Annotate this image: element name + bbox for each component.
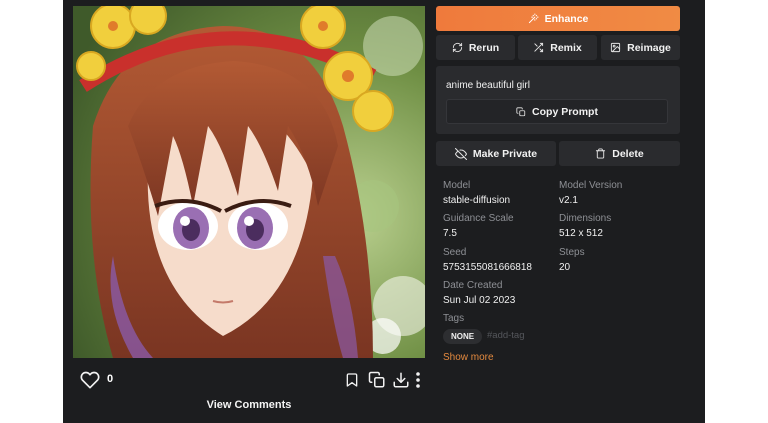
download-button[interactable] bbox=[391, 370, 411, 390]
add-tag-input[interactable]: #add-tag bbox=[487, 330, 525, 341]
model-value: stable-diffusion bbox=[443, 195, 511, 206]
make-private-button[interactable]: Make Private bbox=[436, 141, 556, 166]
more-options-button[interactable] bbox=[413, 370, 423, 390]
enhance-button[interactable]: Enhance bbox=[436, 6, 680, 31]
dimensions-value: 512 x 512 bbox=[559, 228, 603, 239]
prompt-text: anime beautiful girl bbox=[446, 80, 530, 91]
trash-icon bbox=[596, 148, 606, 159]
seed-label: Seed bbox=[443, 247, 467, 258]
seed-value: 5753155081666818 bbox=[443, 262, 532, 273]
like-button[interactable] bbox=[79, 369, 101, 391]
steps-value: 20 bbox=[559, 262, 571, 273]
dimensions-label: Dimensions bbox=[559, 213, 612, 224]
delete-label: Delete bbox=[612, 147, 644, 160]
remix-button[interactable]: Remix bbox=[518, 35, 597, 60]
image-detail-panel: 0 View Comments Enhance Rerun Remix Reim… bbox=[63, 0, 705, 423]
enhance-label: Enhance bbox=[544, 12, 589, 25]
prompt-card: anime beautiful girl Copy Prompt bbox=[436, 66, 680, 134]
date-created-value: Sun Jul 02 2023 bbox=[443, 295, 516, 306]
view-comments-link[interactable]: View Comments bbox=[73, 399, 425, 411]
refresh-icon bbox=[452, 42, 462, 53]
model-version-label: Model Version bbox=[559, 180, 623, 191]
guidance-scale-label: Guidance Scale bbox=[443, 213, 514, 224]
anime-girl-illustration bbox=[73, 6, 425, 358]
more-vertical-icon bbox=[416, 372, 420, 388]
reimage-button[interactable]: Reimage bbox=[601, 35, 680, 60]
generated-image[interactable] bbox=[73, 6, 425, 358]
delete-button[interactable]: Delete bbox=[559, 141, 680, 166]
remix-label: Remix bbox=[550, 41, 582, 54]
date-created-label: Date Created bbox=[443, 280, 503, 291]
rerun-button[interactable]: Rerun bbox=[436, 35, 515, 60]
guidance-scale-value: 7.5 bbox=[443, 228, 457, 239]
copy-prompt-label: Copy Prompt bbox=[532, 105, 598, 118]
like-count: 0 bbox=[107, 373, 114, 385]
eye-off-icon bbox=[454, 147, 467, 160]
bookmark-icon bbox=[346, 373, 358, 387]
heart-icon bbox=[80, 371, 100, 389]
model-version-value: v2.1 bbox=[559, 195, 578, 206]
copy-button[interactable] bbox=[367, 370, 387, 390]
copy-prompt-button[interactable]: Copy Prompt bbox=[446, 99, 668, 124]
image-icon bbox=[611, 42, 621, 53]
make-private-label: Make Private bbox=[472, 147, 538, 160]
rerun-label: Rerun bbox=[468, 41, 500, 54]
model-label: Model bbox=[443, 180, 471, 191]
image-action-bar: 0 bbox=[73, 360, 425, 398]
copy-icon bbox=[368, 371, 385, 388]
copy-icon bbox=[516, 106, 526, 116]
reimage-label: Reimage bbox=[627, 41, 671, 54]
tag-chip-none[interactable]: NONE bbox=[443, 329, 483, 344]
shuffle-icon bbox=[534, 42, 544, 53]
steps-label: Steps bbox=[559, 247, 585, 258]
show-more-link[interactable]: Show more bbox=[443, 352, 494, 363]
bookmark-button[interactable] bbox=[343, 370, 361, 390]
download-icon bbox=[393, 372, 409, 388]
tags-label: Tags bbox=[443, 313, 465, 324]
magic-wand-icon bbox=[528, 13, 539, 24]
